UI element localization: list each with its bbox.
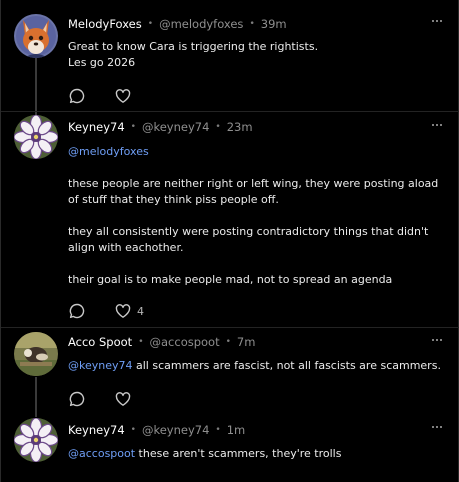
timestamp[interactable]: 1m bbox=[227, 423, 246, 437]
comment-actions: 4 bbox=[68, 302, 172, 320]
speech-bubble-icon bbox=[69, 391, 85, 407]
like-button[interactable] bbox=[114, 390, 132, 408]
avatar[interactable] bbox=[14, 14, 58, 58]
avatar[interactable] bbox=[14, 332, 58, 376]
more-options-icon[interactable] bbox=[430, 16, 444, 26]
comment-paragraph: they all consistently were posting contr… bbox=[68, 225, 429, 254]
mention-link[interactable]: @accospoot bbox=[68, 447, 135, 460]
comment-actions bbox=[68, 390, 160, 408]
comment-actions bbox=[68, 87, 160, 105]
more-options-icon[interactable] bbox=[430, 335, 444, 345]
photo-avatar-image bbox=[14, 332, 58, 376]
comment-body: Great to know Cara is triggering the rig… bbox=[68, 39, 446, 71]
flower-avatar-image bbox=[14, 418, 58, 462]
more-options-icon[interactable] bbox=[430, 422, 444, 432]
comment-text-line: Great to know Cara is triggering the rig… bbox=[68, 40, 319, 53]
separator-dot: • bbox=[215, 122, 221, 132]
reply-button[interactable] bbox=[68, 87, 86, 105]
flower-avatar-image bbox=[14, 115, 58, 159]
comment-divider bbox=[1, 327, 459, 328]
like-count: 4 bbox=[137, 304, 144, 318]
timestamp[interactable]: 7m bbox=[237, 335, 256, 349]
comment-paragraph: these people are neither right or left w… bbox=[68, 177, 439, 206]
separator-dot: • bbox=[138, 337, 144, 347]
separator-dot: • bbox=[130, 122, 136, 132]
comment-text-line: Les go 2026 bbox=[68, 56, 136, 69]
speech-bubble-icon bbox=[69, 88, 85, 104]
comment-body: @melodyfoxes these people are neither ri… bbox=[68, 144, 446, 288]
comment-thread: MelodyFoxes • @melodyfoxes • 39m Great t… bbox=[0, 0, 459, 482]
author-name[interactable]: Keyney74 bbox=[68, 120, 125, 134]
separator-dot: • bbox=[147, 19, 154, 29]
comment-header: Acco Spoot • @accospoot • 7m bbox=[68, 333, 255, 351]
fox-avatar-image bbox=[14, 14, 58, 58]
heart-icon bbox=[115, 304, 131, 318]
author-handle[interactable]: @accospoot bbox=[150, 335, 220, 349]
separator-dot: • bbox=[215, 425, 221, 435]
comment-body: @accospoot these aren't scammers, they'r… bbox=[68, 446, 446, 462]
speech-bubble-icon bbox=[69, 303, 85, 319]
reply-button[interactable] bbox=[68, 390, 86, 408]
like-button[interactable]: 4 bbox=[114, 302, 144, 320]
more-options-icon[interactable] bbox=[430, 120, 444, 130]
comment-text: these aren't scammers, they're trolls bbox=[135, 447, 342, 460]
comment-header: Keyney74 • @keyney74 • 1m bbox=[68, 421, 245, 439]
author-handle[interactable]: @keyney74 bbox=[142, 120, 209, 134]
comment-header: MelodyFoxes • @melodyfoxes • 39m bbox=[68, 15, 287, 33]
comment-paragraph: their goal is to make people mad, not to… bbox=[68, 273, 393, 286]
comment-header: Keyney74 • @keyney74 • 23m bbox=[68, 118, 253, 136]
separator-dot: • bbox=[249, 19, 255, 29]
separator-dot: • bbox=[225, 337, 231, 347]
avatar[interactable] bbox=[14, 418, 58, 462]
timestamp[interactable]: 23m bbox=[227, 120, 253, 134]
author-handle[interactable]: @melodyfoxes bbox=[159, 17, 243, 31]
comment-divider bbox=[1, 111, 459, 112]
comment-body: @keyney74 all scammers are fascist, not … bbox=[68, 358, 446, 374]
comment-text: all scammers are fascist, not all fascis… bbox=[132, 359, 441, 372]
timestamp[interactable]: 39m bbox=[261, 17, 287, 31]
separator-dot: • bbox=[130, 425, 136, 435]
author-handle[interactable]: @keyney74 bbox=[142, 423, 209, 437]
author-name[interactable]: MelodyFoxes bbox=[68, 17, 142, 31]
author-name[interactable]: Keyney74 bbox=[68, 423, 125, 437]
avatar[interactable] bbox=[14, 115, 58, 159]
author-name[interactable]: Acco Spoot bbox=[68, 335, 132, 349]
reply-button[interactable] bbox=[68, 302, 86, 320]
heart-icon bbox=[115, 392, 131, 406]
thread-connector bbox=[35, 377, 37, 417]
heart-icon bbox=[115, 89, 131, 103]
mention-link[interactable]: @melodyfoxes bbox=[68, 145, 149, 158]
like-button[interactable] bbox=[114, 87, 132, 105]
thread-connector bbox=[35, 58, 37, 116]
mention-link[interactable]: @keyney74 bbox=[68, 359, 133, 372]
